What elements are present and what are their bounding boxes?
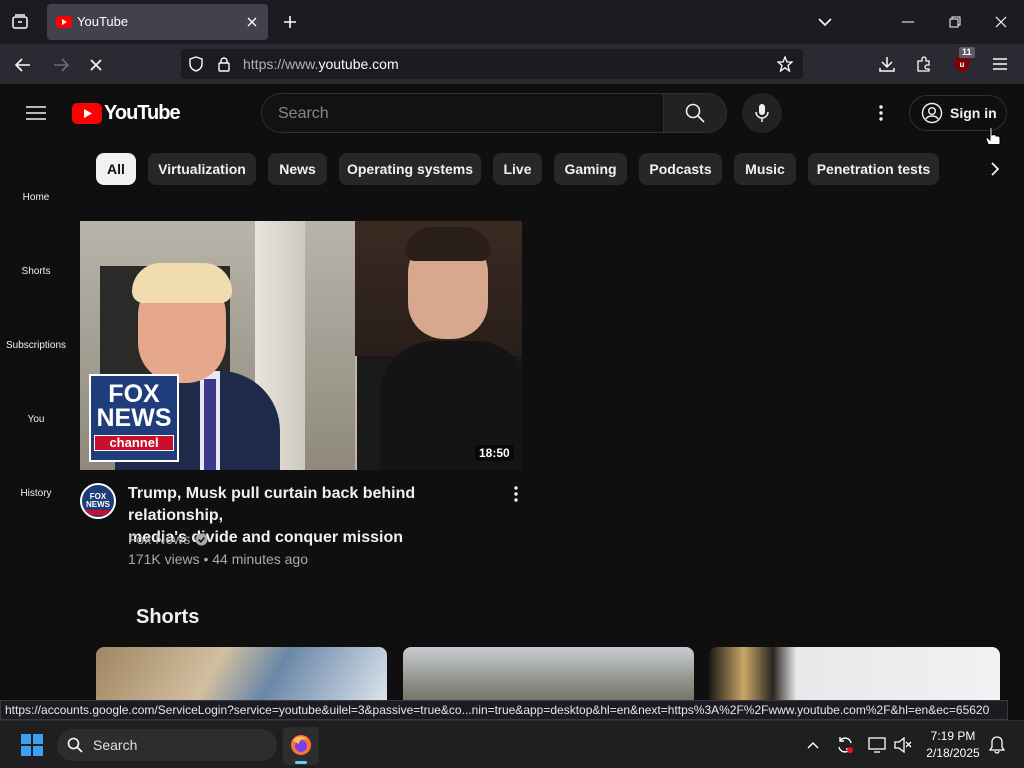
- taskbar-firefox-app[interactable]: [283, 727, 319, 765]
- windows-start-icon[interactable]: [20, 733, 44, 757]
- voice-search-button[interactable]: [742, 93, 782, 133]
- active-app-indicator: [295, 761, 307, 764]
- back-arrow-icon[interactable]: [12, 54, 34, 76]
- windows-taskbar: Search 7:19 PM 2/18/2025: [0, 720, 1024, 768]
- short-thumbnail[interactable]: [709, 647, 1000, 700]
- search-placeholder: Search: [278, 105, 329, 122]
- chip-penetration-tests[interactable]: Penetration tests: [808, 153, 939, 185]
- svg-text:u: u: [960, 60, 965, 69]
- channel-name-row: Fox News: [128, 531, 208, 547]
- chip-operating-systems[interactable]: Operating systems: [339, 153, 481, 185]
- chip-news[interactable]: News: [268, 153, 327, 185]
- minimize-window-icon[interactable]: [898, 12, 918, 32]
- search-input[interactable]: Search: [261, 93, 664, 133]
- thumbnail-person-right-hair: [406, 227, 490, 261]
- network-display-icon[interactable]: [866, 734, 888, 756]
- short-thumbnail[interactable]: [96, 647, 387, 700]
- video-meta: 171K views • 44 minutes ago: [128, 551, 309, 567]
- tab-title: YouTube: [77, 14, 129, 29]
- clock-date[interactable]: 2/18/2025: [921, 746, 985, 760]
- channel-avatar-stripe: [85, 510, 111, 515]
- forward-arrow-icon[interactable]: [50, 54, 72, 76]
- youtube-play-logo-icon: [72, 102, 102, 124]
- browser-nav-bar: https://www.youtube.com u 11: [0, 44, 1024, 84]
- youtube-logo-text: YouTube: [104, 101, 181, 124]
- channel-name[interactable]: Fox News: [128, 531, 190, 547]
- thumbnail-person-left-hair: [132, 263, 232, 303]
- sync-status-icon[interactable]: [834, 734, 856, 756]
- guide-shorts[interactable]: Shorts: [0, 266, 72, 277]
- guide-subscriptions[interactable]: Subscriptions: [0, 340, 72, 351]
- chevron-right-icon[interactable]: [984, 158, 1006, 180]
- video-more-options-icon[interactable]: [506, 484, 526, 504]
- fox-news-channel-logo: FOX NEWS channel: [89, 374, 179, 462]
- taskbar-search[interactable]: Search: [57, 729, 277, 761]
- chip-gaming[interactable]: Gaming: [554, 153, 627, 185]
- guide-home[interactable]: Home: [0, 192, 72, 203]
- new-tab-icon[interactable]: [280, 12, 300, 32]
- browser-tab-bar: YouTube: [0, 0, 1024, 44]
- app-menu-hamburger-icon[interactable]: [990, 54, 1010, 74]
- extension-badge: 11: [959, 47, 975, 58]
- tab-list-icon[interactable]: [8, 10, 32, 34]
- guide-menu-icon[interactable]: [24, 101, 48, 125]
- thumbnail-tie: [204, 379, 216, 470]
- stop-loading-icon[interactable]: [85, 54, 107, 76]
- sign-in-label: Sign in: [950, 105, 997, 121]
- youtube-logo[interactable]: YouTube: [72, 101, 181, 124]
- list-all-tabs-icon[interactable]: [815, 12, 835, 32]
- clock-time[interactable]: 7:19 PM: [925, 729, 981, 743]
- tab-youtube[interactable]: YouTube: [47, 4, 268, 40]
- guide-history[interactable]: History: [0, 488, 72, 499]
- taskbar-search-label: Search: [93, 737, 138, 753]
- verified-check-icon: [195, 533, 208, 545]
- restore-window-icon[interactable]: [945, 12, 965, 32]
- shorts-heading: Shorts: [136, 606, 200, 628]
- status-link-preview: https://accounts.google.com/ServiceLogin…: [0, 700, 1008, 720]
- youtube-page: YouTube Search Sign in All Virtualizatio…: [0, 84, 1024, 700]
- lock-icon[interactable]: [215, 55, 233, 73]
- volume-muted-icon[interactable]: [892, 734, 914, 756]
- account-circle-icon: [921, 102, 943, 124]
- url-bar[interactable]: https://www.youtube.com: [181, 49, 803, 79]
- ublock-origin-icon[interactable]: u 11: [951, 47, 975, 75]
- extensions-puzzle-icon[interactable]: [914, 54, 934, 74]
- notification-bell-icon[interactable]: [986, 734, 1008, 756]
- url-text: https://www.youtube.com: [243, 56, 399, 72]
- chip-podcasts[interactable]: Podcasts: [639, 153, 722, 185]
- chip-virtualization[interactable]: Virtualization: [148, 153, 256, 185]
- settings-more-icon[interactable]: [871, 103, 891, 123]
- channel-avatar[interactable]: FOX NEWS: [80, 483, 116, 519]
- youtube-favicon-icon: [56, 14, 72, 30]
- show-hidden-icons-chevron-up-icon[interactable]: [803, 735, 823, 755]
- short-thumbnail[interactable]: [403, 647, 694, 700]
- close-tab-icon[interactable]: [243, 13, 261, 31]
- search-icon: [67, 737, 83, 753]
- chip-all[interactable]: All: [96, 153, 136, 185]
- downloads-icon[interactable]: [877, 54, 897, 74]
- video-thumbnail[interactable]: FOX NEWS channel 18:50: [80, 221, 522, 470]
- search-icon: [685, 103, 705, 123]
- search-button[interactable]: [663, 93, 727, 133]
- video-duration: 18:50: [475, 445, 514, 461]
- bookmark-star-icon[interactable]: [776, 55, 794, 73]
- tracking-protection-shield-icon[interactable]: [187, 55, 205, 73]
- chip-music[interactable]: Music: [734, 153, 796, 185]
- guide-you[interactable]: You: [0, 414, 72, 425]
- firefox-icon: [291, 735, 311, 755]
- chip-live[interactable]: Live: [493, 153, 542, 185]
- close-window-icon[interactable]: [991, 12, 1011, 32]
- microphone-icon: [755, 104, 769, 122]
